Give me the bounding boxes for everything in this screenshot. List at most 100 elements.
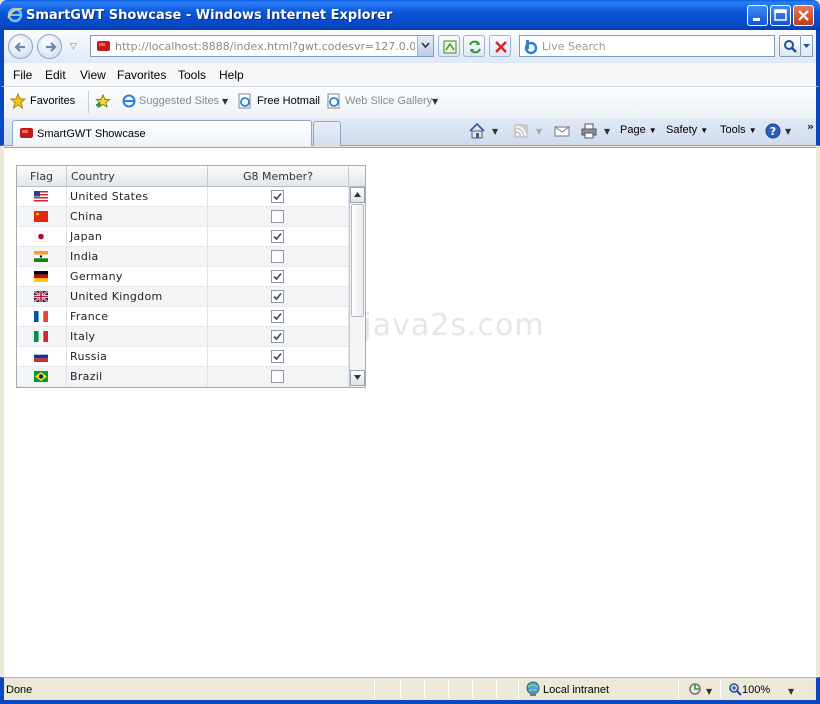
chevron-down-icon[interactable]: ▼ xyxy=(604,127,610,136)
web-slice-gallery-link[interactable]: Web Slice Gallery xyxy=(345,95,432,107)
safety-menu[interactable]: Safety ▼ xyxy=(666,124,708,136)
chevron-down-icon[interactable]: ▼ xyxy=(706,687,712,696)
title-bar: SmartGWT Showcase - Windows Internet Exp… xyxy=(0,0,820,30)
menu-tools[interactable]: Tools xyxy=(178,68,206,82)
france-flag-icon xyxy=(34,311,48,322)
chevron-down-icon[interactable]: ▼ xyxy=(785,127,791,136)
column-header-g8-member[interactable]: G8 Member? xyxy=(208,166,349,187)
chevron-down-icon[interactable]: ▼ xyxy=(432,97,438,106)
back-button[interactable] xyxy=(8,34,33,59)
table-row[interactable]: Germany xyxy=(17,267,349,287)
g8-checkbox-checked[interactable] xyxy=(271,270,284,283)
new-tab-button[interactable] xyxy=(313,121,341,146)
window-title: SmartGWT Showcase - Windows Internet Exp… xyxy=(26,8,393,23)
table-row[interactable]: United States xyxy=(17,187,349,207)
read-mail-icon[interactable] xyxy=(553,122,571,140)
suggested-sites-link[interactable]: Suggested Sites xyxy=(139,95,219,107)
g8-checkbox-checked[interactable] xyxy=(271,310,284,323)
g8-checkbox-checked[interactable] xyxy=(271,350,284,363)
table-row[interactable]: Brazil xyxy=(17,367,349,387)
tools-menu[interactable]: Tools ▼ xyxy=(720,124,757,136)
ie-page-icon xyxy=(238,93,251,109)
g8-member-cell xyxy=(208,267,349,287)
menu-file[interactable]: File xyxy=(13,68,32,82)
refresh-button[interactable] xyxy=(463,35,485,57)
status-bar: Done Local intranet ▼ 100% ▼ xyxy=(0,677,820,704)
rss-feed-icon[interactable] xyxy=(512,122,530,140)
g8-checkbox-checked[interactable] xyxy=(271,330,284,343)
grid-header: Flag Country G8 Member? xyxy=(17,166,365,187)
table-row[interactable]: United Kingdom xyxy=(17,287,349,307)
page-menu[interactable]: Page ▼ xyxy=(620,124,657,136)
maximize-button[interactable] xyxy=(770,5,791,26)
checkmark-icon xyxy=(273,232,282,241)
print-icon[interactable] xyxy=(580,122,598,140)
recent-pages-dropdown[interactable]: ▽ xyxy=(70,42,77,52)
security-zone-label[interactable]: Local intranet xyxy=(543,684,609,696)
table-row[interactable]: Italy xyxy=(17,327,349,347)
help-icon[interactable]: ? xyxy=(764,122,782,140)
forward-button[interactable] xyxy=(37,34,62,59)
g8-checkbox-checked[interactable] xyxy=(271,190,284,203)
status-divider xyxy=(424,680,425,698)
column-header-country[interactable]: Country xyxy=(67,166,208,187)
table-row[interactable]: France xyxy=(17,307,349,327)
table-row[interactable]: China xyxy=(17,207,349,227)
grid-body: United States China Japan India Germany Unite… xyxy=(17,187,349,387)
chevron-down-icon[interactable]: ▼ xyxy=(222,97,228,106)
g8-checkbox-unchecked[interactable] xyxy=(271,250,284,263)
table-row[interactable]: Russia xyxy=(17,347,349,367)
zoom-icon xyxy=(729,683,742,696)
g8-checkbox-checked[interactable] xyxy=(271,290,284,303)
address-dropdown[interactable] xyxy=(417,36,433,56)
country-cell: Germany xyxy=(67,267,208,287)
g8-checkbox-checked[interactable] xyxy=(271,230,284,243)
chevron-down-icon[interactable]: ▼ xyxy=(492,127,498,136)
table-row[interactable]: Japan xyxy=(17,227,349,247)
more-commands-chevron-icon[interactable]: » xyxy=(807,120,814,133)
minimize-button[interactable] xyxy=(747,5,768,26)
menu-edit[interactable]: Edit xyxy=(45,68,66,82)
arrow-up-icon xyxy=(354,192,361,197)
china-flag-icon xyxy=(34,211,48,222)
status-divider xyxy=(472,680,473,698)
search-button[interactable] xyxy=(779,35,801,57)
scrollbar-thumb[interactable] xyxy=(351,204,364,317)
home-icon[interactable] xyxy=(468,122,486,140)
close-button[interactable] xyxy=(793,5,814,26)
checkmark-icon xyxy=(273,272,282,281)
column-header-flag[interactable]: Flag xyxy=(17,166,67,187)
tools-menu-label: Tools xyxy=(720,124,746,136)
favorites-button[interactable]: Favorites xyxy=(30,95,75,107)
stop-button[interactable] xyxy=(489,35,511,57)
svg-text:?: ? xyxy=(770,125,776,138)
flag-cell xyxy=(17,327,67,347)
table-row[interactable]: India xyxy=(17,247,349,267)
free-hotmail-link[interactable]: Free Hotmail xyxy=(257,95,320,107)
address-field[interactable]: http://localhost:8888/index.html?gwt.cod… xyxy=(90,35,434,57)
zoom-level[interactable]: 100% xyxy=(742,684,770,696)
search-placeholder: Live Search xyxy=(542,40,606,53)
menu-help[interactable]: Help xyxy=(219,68,244,82)
menu-favorites[interactable]: Favorites xyxy=(117,68,166,82)
g8-checkbox-unchecked[interactable] xyxy=(271,210,284,223)
menu-view[interactable]: View xyxy=(80,68,106,82)
scroll-down-button[interactable] xyxy=(350,370,365,386)
chevron-down-icon[interactable]: ▼ xyxy=(788,687,794,696)
protected-mode-icon[interactable] xyxy=(687,681,705,697)
g8-checkbox-unchecked[interactable] xyxy=(271,370,284,383)
compatibility-view-button[interactable] xyxy=(438,35,460,57)
us-flag-icon xyxy=(34,191,48,202)
page-content: www.java2s.com Flag Country G8 Member? U… xyxy=(4,147,816,677)
compatibility-icon xyxy=(443,40,457,54)
chevron-down-icon[interactable]: ▼ xyxy=(536,127,542,136)
tab-smartgwt-showcase[interactable]: SmartGWT Showcase xyxy=(12,120,312,146)
country-cell: India xyxy=(67,247,208,267)
search-input[interactable]: Live Search xyxy=(519,35,775,57)
search-options-dropdown[interactable] xyxy=(801,35,813,57)
country-cell: United States xyxy=(67,187,208,207)
india-flag-icon xyxy=(34,251,48,262)
add-to-favorites-icon[interactable] xyxy=(95,93,111,109)
scroll-up-button[interactable] xyxy=(350,187,365,203)
vertical-scrollbar[interactable] xyxy=(349,187,365,387)
